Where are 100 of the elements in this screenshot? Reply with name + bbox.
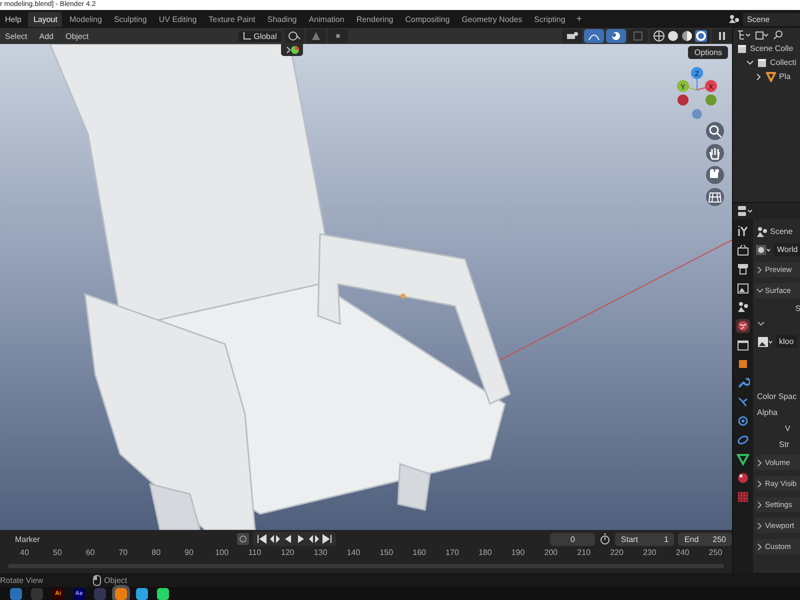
chevron-icon[interactable] [757,320,765,328]
grid-icon-button[interactable] [706,188,724,206]
triangle-icon [766,72,776,82]
menu-item[interactable]: Add [34,30,58,42]
next-keyframe-icon[interactable] [308,533,320,545]
workspace-tab[interactable]: Compositing [400,12,455,26]
properties-tab[interactable] [736,338,750,352]
hand-icon-button[interactable] [706,144,724,162]
properties-tab[interactable] [736,243,750,257]
record-icon[interactable] [237,533,250,545]
properties-tab[interactable] [736,300,750,314]
workspace-tab[interactable]: Scripting [529,12,570,26]
frame-number: 230 [642,548,658,559]
workspace-tab[interactable]: Layout [28,12,62,26]
jump-start-icon[interactable] [256,533,268,545]
workspace-tab[interactable]: Texture Paint [204,12,260,26]
workspace-tab[interactable]: Geometry Nodes [456,12,528,26]
view-layer-icon [736,281,750,295]
frame-number: 130 [312,548,328,559]
frame-number: 220 [609,548,624,559]
frame-field[interactable]: 0 [550,532,596,546]
outliner-item[interactable]: Scene Colle [750,44,794,53]
outliner-item[interactable]: Pla [779,72,791,81]
physics-icon [736,414,750,428]
texture-icon [736,490,750,504]
output-icon [736,262,750,276]
properties-tab[interactable] [736,357,750,371]
workspace-tab[interactable]: Rendering [351,12,398,26]
frame-number: 110 [247,548,262,559]
field-label: V [784,424,792,433]
field-label: Color Spac [757,392,798,401]
shading-rendered-icon[interactable] [695,30,707,42]
prev-keyframe-icon[interactable] [269,533,282,545]
shading-solid-icon[interactable] [667,30,679,42]
image-field[interactable]: kloo [776,335,797,348]
world-field[interactable]: World [774,243,800,256]
add-workspace-button[interactable]: + [572,14,586,24]
start-value: 1 [664,534,668,544]
object-origin-icon [400,294,406,298]
end-value: 250 [712,534,726,544]
menu-item[interactable]: Object [60,30,94,42]
frame-number: 50 [52,548,63,559]
end-label: End [684,534,699,544]
world-browse-icon[interactable] [755,244,771,256]
scene-field[interactable]: Scene [743,12,800,26]
stopwatch-icon[interactable] [599,533,612,545]
object-icon [736,357,750,371]
zoom-icon-button[interactable] [706,122,724,140]
properties-tab[interactable] [736,224,750,238]
start-label: Start [621,534,638,544]
axes-icon [242,32,251,40]
end-frame-field[interactable]: End 250 [678,532,732,546]
workspace-tab[interactable]: Shading [262,12,302,26]
workspace-tab[interactable]: Animation [304,12,350,26]
sidebar-toggle-button[interactable] [281,44,303,56]
orientation-dropdown[interactable]: Global [238,30,282,42]
menu-item[interactable]: Help [0,12,26,26]
outliner-item[interactable]: Collecti [770,58,796,67]
camera-icon-button[interactable] [706,166,724,184]
context-label: Scene [770,226,793,236]
workspace-tab[interactable]: UV Editing [154,12,202,26]
filter-icon[interactable] [755,30,769,40]
frame-number: 120 [280,548,296,559]
properties-tab[interactable] [736,452,750,466]
menu-item[interactable]: Select [0,30,32,42]
axis-gizmo[interactable] [677,67,717,119]
image-browse-icon[interactable] [757,336,773,348]
tool-icon [736,224,750,238]
frame-number: 60 [84,548,96,559]
properties-tab[interactable] [736,319,750,333]
chevron-icon [285,45,299,55]
frame-number: 100 [214,548,230,559]
frame-number: 250 [708,548,724,559]
frame-number: 40 [19,548,30,559]
jump-end-icon[interactable] [321,533,334,545]
shading-material-icon[interactable] [681,30,693,42]
options-dropdown[interactable]: Options [688,46,728,59]
menu-item[interactable]: Marker [10,532,45,546]
search-icon[interactable] [773,30,783,40]
display-mode-icon[interactable] [737,30,751,40]
collection-icon [757,58,767,68]
shading-wireframe-icon[interactable] [653,30,665,42]
start-frame-field[interactable]: Start 1 [615,532,674,546]
frame-number: 140 [346,548,362,559]
scene-icon[interactable] [728,14,740,24]
properties-tab[interactable] [736,262,750,276]
workspace-tab[interactable]: Modeling [64,12,107,26]
properties-tab[interactable] [736,471,750,485]
collection-icon [737,44,747,54]
properties-tab[interactable] [736,281,750,295]
editor-type-icon[interactable] [737,205,753,217]
app-icon[interactable] [136,588,148,600]
frame-number: 200 [543,548,559,559]
data-icon [736,452,750,466]
app-icon[interactable] [157,588,169,600]
workspace-tab[interactable]: Sculpting [108,12,152,26]
frame-number: 90 [184,548,194,559]
status-text: Object [104,576,128,584]
material-icon [736,471,750,485]
field-label: S [795,304,800,313]
